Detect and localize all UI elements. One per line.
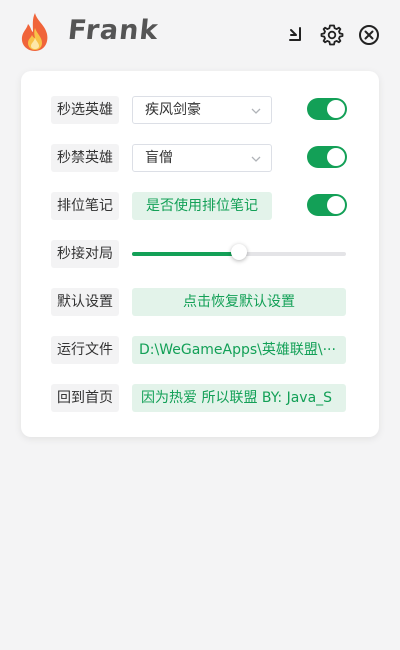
defaults-label: 默认设置	[51, 288, 119, 316]
home-row: 回到首页 因为热爱 所以联盟 BY: Java_S	[51, 384, 347, 412]
pick-hero-select[interactable]: 疾风剑豪	[132, 96, 272, 124]
flame-icon	[21, 13, 48, 51]
chevron-down-icon	[251, 156, 261, 162]
title-bar: Frank	[0, 0, 400, 70]
ban-hero-value: 盲僧	[145, 150, 173, 166]
toggle-knob	[327, 100, 345, 118]
run-file-path[interactable]: D:\WeGameApps\英雄联盟\···	[132, 336, 346, 364]
rank-notes-toggle[interactable]	[307, 194, 347, 216]
pick-hero-label: 秒选英雄	[51, 96, 119, 124]
pick-hero-value: 疾风剑豪	[145, 102, 201, 118]
home-link[interactable]: 因为热爱 所以联盟 BY: Java_S	[132, 384, 346, 412]
close-button[interactable]	[357, 23, 381, 47]
settings-button[interactable]	[320, 23, 344, 47]
auto-accept-slider[interactable]	[132, 244, 346, 260]
settings-card: 秒选英雄 疾风剑豪 秒禁英雄 盲僧 排位笔记 是否使用排位笔记 秒接对局 默认设…	[21, 71, 379, 437]
run-file-label: 运行文件	[51, 336, 119, 364]
slider-fill	[132, 252, 239, 256]
run-file-row: 运行文件 D:\WeGameApps\英雄联盟\···	[51, 336, 347, 364]
auto-accept-row: 秒接对局	[51, 240, 347, 268]
auto-accept-label: 秒接对局	[51, 240, 119, 268]
app-title: Frank	[66, 15, 161, 46]
pick-hero-row: 秒选英雄 疾风剑豪	[51, 96, 347, 124]
pick-hero-toggle[interactable]	[307, 98, 347, 120]
minimize-button[interactable]	[283, 23, 307, 47]
ban-hero-toggle[interactable]	[307, 146, 347, 168]
chevron-down-icon	[251, 108, 261, 114]
defaults-row: 默认设置 点击恢复默认设置	[51, 288, 347, 316]
ban-hero-label: 秒禁英雄	[51, 144, 119, 172]
toggle-knob	[327, 196, 345, 214]
gear-icon	[320, 24, 344, 46]
home-label: 回到首页	[51, 384, 119, 412]
rank-notes-label: 排位笔记	[51, 192, 119, 220]
slider-thumb[interactable]	[231, 244, 247, 260]
toggle-knob	[327, 148, 345, 166]
restore-defaults-button[interactable]: 点击恢复默认设置	[132, 288, 346, 316]
rank-notes-text: 是否使用排位笔记	[132, 192, 272, 220]
close-circle-icon	[359, 25, 379, 45]
ban-hero-row: 秒禁英雄 盲僧	[51, 144, 347, 172]
ban-hero-select[interactable]: 盲僧	[132, 144, 272, 172]
minimize-icon	[289, 27, 301, 41]
rank-notes-row: 排位笔记 是否使用排位笔记	[51, 192, 347, 220]
